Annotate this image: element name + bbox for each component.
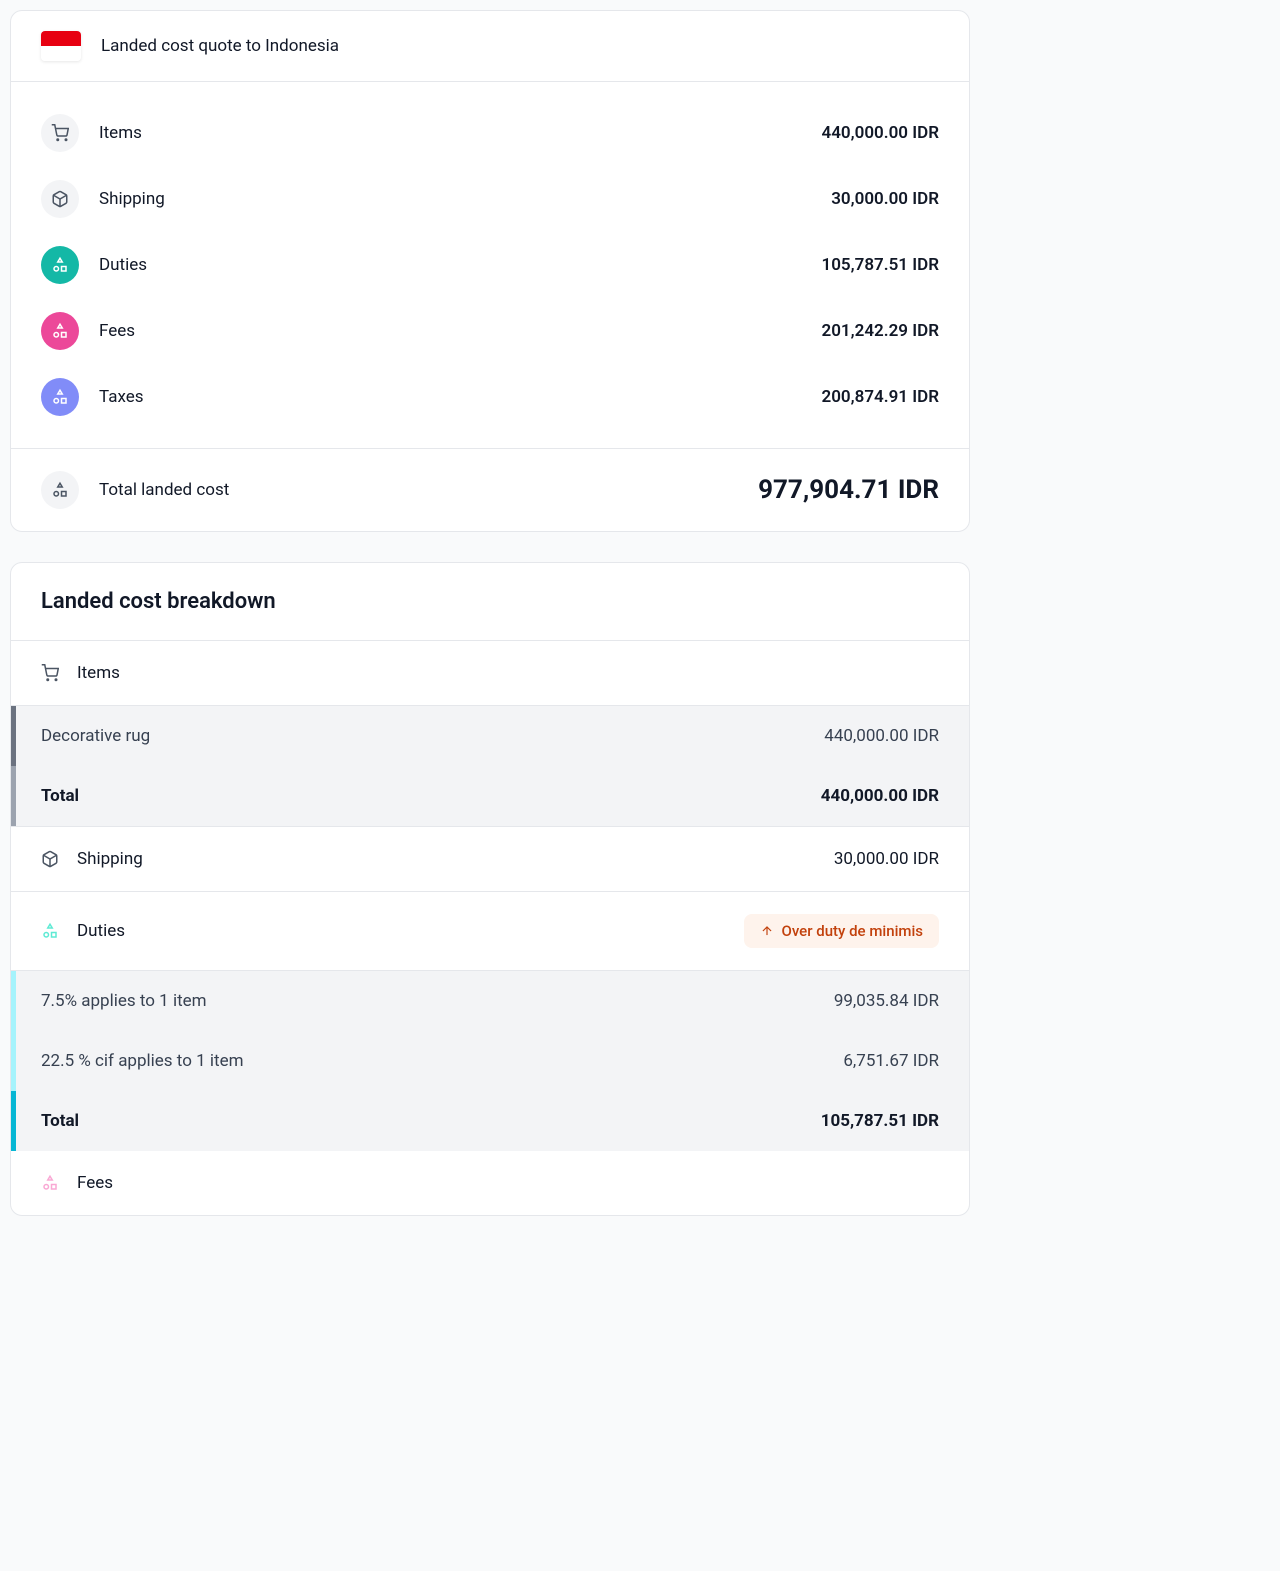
- row-value: 200,874.91 IDR: [821, 387, 939, 407]
- items-detail-block: Decorative rug 440,000.00 IDR Total 440,…: [11, 706, 969, 826]
- summary-row-shipping: Shipping 30,000.00 IDR: [41, 166, 939, 232]
- breakdown-card: Landed cost breakdown Items Decorative r…: [10, 562, 970, 1216]
- section-value: 30,000.00 IDR: [834, 849, 939, 869]
- duty-label: 7.5% applies to 1 item: [41, 991, 207, 1011]
- total-value: 440,000.00 IDR: [821, 786, 939, 806]
- duty-value: 6,751.67 IDR: [843, 1051, 939, 1071]
- duty-label: 22.5 % cif applies to 1 item: [41, 1051, 244, 1071]
- row-value: 440,000.00 IDR: [821, 123, 939, 143]
- shapes-icon: [41, 378, 79, 416]
- section-head-fees: Fees: [11, 1151, 969, 1215]
- shapes-icon: [41, 1174, 59, 1192]
- row-label: Duties: [99, 255, 821, 275]
- row-value: 105,787.51 IDR: [821, 255, 939, 275]
- row-value: 30,000.00 IDR: [831, 189, 939, 209]
- de-minimis-badge: Over duty de minimis: [744, 914, 940, 948]
- quote-header: Landed cost quote to Indonesia: [11, 11, 969, 82]
- section-label: Items: [77, 663, 120, 683]
- section-label: Fees: [77, 1173, 113, 1193]
- shapes-icon: [41, 471, 79, 509]
- breakdown-title: Landed cost breakdown: [11, 563, 969, 641]
- stripe-icon: [11, 971, 16, 1031]
- shapes-icon: [41, 922, 59, 940]
- row-label: Taxes: [99, 387, 821, 407]
- indonesia-flag-icon: [41, 31, 81, 61]
- summary-row-fees: Fees 201,242.29 IDR: [41, 298, 939, 364]
- package-icon: [41, 850, 59, 868]
- total-label: Total: [41, 786, 79, 806]
- stripe-icon: [11, 766, 16, 826]
- package-icon: [41, 180, 79, 218]
- row-label: Items: [99, 123, 821, 143]
- stripe-icon: [11, 706, 16, 766]
- quote-card: Landed cost quote to Indonesia Items 440…: [10, 10, 970, 532]
- item-label: Decorative rug: [41, 726, 150, 746]
- section-head-items: Items: [11, 641, 969, 706]
- total-value: 105,787.51 IDR: [821, 1111, 939, 1131]
- summary-row-duties: Duties 105,787.51 IDR: [41, 232, 939, 298]
- duty-row: 7.5% applies to 1 item 99,035.84 IDR: [11, 971, 969, 1031]
- quote-total-row: Total landed cost 977,904.71 IDR: [11, 448, 969, 531]
- row-label: Shipping: [99, 189, 831, 209]
- badge-text: Over duty de minimis: [782, 922, 924, 940]
- section-head-duties: Duties Over duty de minimis: [11, 892, 969, 971]
- section-label: Duties: [77, 921, 125, 941]
- duties-total-row: Total 105,787.51 IDR: [11, 1091, 969, 1151]
- cart-icon: [41, 114, 79, 152]
- quote-title: Landed cost quote to Indonesia: [101, 36, 339, 56]
- summary-row-taxes: Taxes 200,874.91 IDR: [41, 364, 939, 430]
- item-value: 440,000.00 IDR: [824, 726, 939, 746]
- stripe-icon: [11, 1091, 16, 1151]
- cart-icon: [41, 664, 59, 682]
- total-label: Total landed cost: [99, 480, 758, 500]
- arrow-up-icon: [760, 924, 774, 938]
- section-head-shipping: Shipping 30,000.00 IDR: [11, 826, 969, 892]
- shapes-icon: [41, 312, 79, 350]
- summary-row-items: Items 440,000.00 IDR: [41, 100, 939, 166]
- stripe-icon: [11, 1031, 16, 1091]
- quote-summary: Items 440,000.00 IDR Shipping 30,000.00 …: [11, 82, 969, 448]
- duties-detail-block: 7.5% applies to 1 item 99,035.84 IDR 22.…: [11, 971, 969, 1151]
- duty-value: 99,035.84 IDR: [834, 991, 939, 1011]
- shapes-icon: [41, 246, 79, 284]
- duty-row: 22.5 % cif applies to 1 item 6,751.67 ID…: [11, 1031, 969, 1091]
- row-label: Fees: [99, 321, 821, 341]
- total-value: 977,904.71 IDR: [758, 475, 939, 505]
- section-label: Shipping: [77, 849, 143, 869]
- row-value: 201,242.29 IDR: [821, 321, 939, 341]
- item-row: Decorative rug 440,000.00 IDR: [11, 706, 969, 766]
- items-total-row: Total 440,000.00 IDR: [11, 766, 969, 826]
- total-label: Total: [41, 1111, 79, 1131]
